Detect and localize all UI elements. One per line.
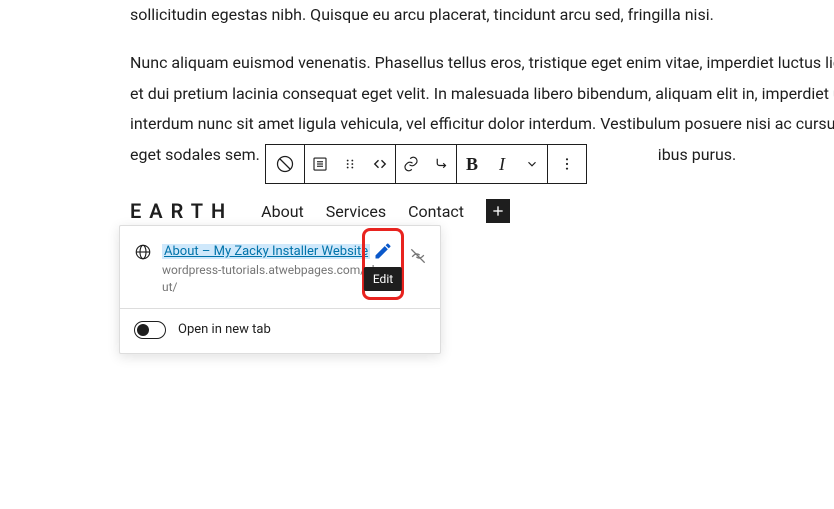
italic-letter: I <box>499 154 505 175</box>
plus-icon <box>490 203 506 219</box>
nav-link-about[interactable]: About <box>261 202 304 221</box>
bold-letter: B <box>466 154 478 175</box>
unlink-icon <box>408 246 428 266</box>
navigation-block-icon <box>275 154 295 174</box>
para2-line-a: Nunc aliquam euismod venenatis. Phasellu… <box>130 48 834 78</box>
site-title[interactable]: EARTH <box>130 199 233 223</box>
link-title[interactable]: About – My Zacky Installer Website <box>162 244 370 259</box>
para2-line-d-right: ibus purus. <box>658 145 736 164</box>
body-paragraph-1[interactable]: sollicitudin egestas nibh. Quisque eu ar… <box>130 0 834 30</box>
move-button[interactable] <box>365 145 395 183</box>
submenu-button[interactable] <box>426 145 456 183</box>
add-nav-item-button[interactable] <box>486 199 510 223</box>
bold-button[interactable]: B <box>457 145 487 183</box>
nav-link-contact[interactable]: Contact <box>408 202 464 221</box>
submenu-icon <box>432 155 450 173</box>
list-view-button[interactable] <box>305 145 335 183</box>
options-button[interactable] <box>548 145 586 183</box>
nav-link-services[interactable]: Services <box>326 202 386 221</box>
italic-button[interactable]: I <box>487 145 517 183</box>
drag-handle[interactable] <box>335 145 365 183</box>
list-icon <box>311 155 329 173</box>
link-icon <box>402 155 420 173</box>
chevron-down-icon <box>525 157 539 171</box>
drag-icon <box>343 157 357 171</box>
para2-line-c: interdum nunc sit amet ligula vehicula, … <box>130 109 834 139</box>
more-formatting-button[interactable] <box>517 145 547 183</box>
unlink-button[interactable] <box>408 246 428 270</box>
link-info: About – My Zacky Installer Website wordp… <box>162 240 386 296</box>
block-toolbar: B I <box>265 144 587 184</box>
globe-icon <box>134 243 152 265</box>
open-new-tab-label: Open in new tab <box>178 322 271 337</box>
nav-items: About Services Contact <box>261 199 510 223</box>
para2-line-b: et dui pretium lacinia consequat eget ve… <box>130 79 834 109</box>
link-url: wordpress-tutorials.atwebpages.com/about… <box>162 262 386 296</box>
para2-line-d-left: eget sodales sem. <box>130 145 260 164</box>
navigation-block[interactable]: EARTH About Services Contact <box>130 199 510 223</box>
link-popover: About – My Zacky Installer Website wordp… <box>119 225 441 354</box>
chevrons-icon <box>371 155 389 173</box>
kebab-icon <box>559 156 575 172</box>
block-type-button[interactable] <box>266 145 304 183</box>
link-button[interactable] <box>396 145 426 183</box>
open-new-tab-toggle[interactable] <box>134 321 166 339</box>
